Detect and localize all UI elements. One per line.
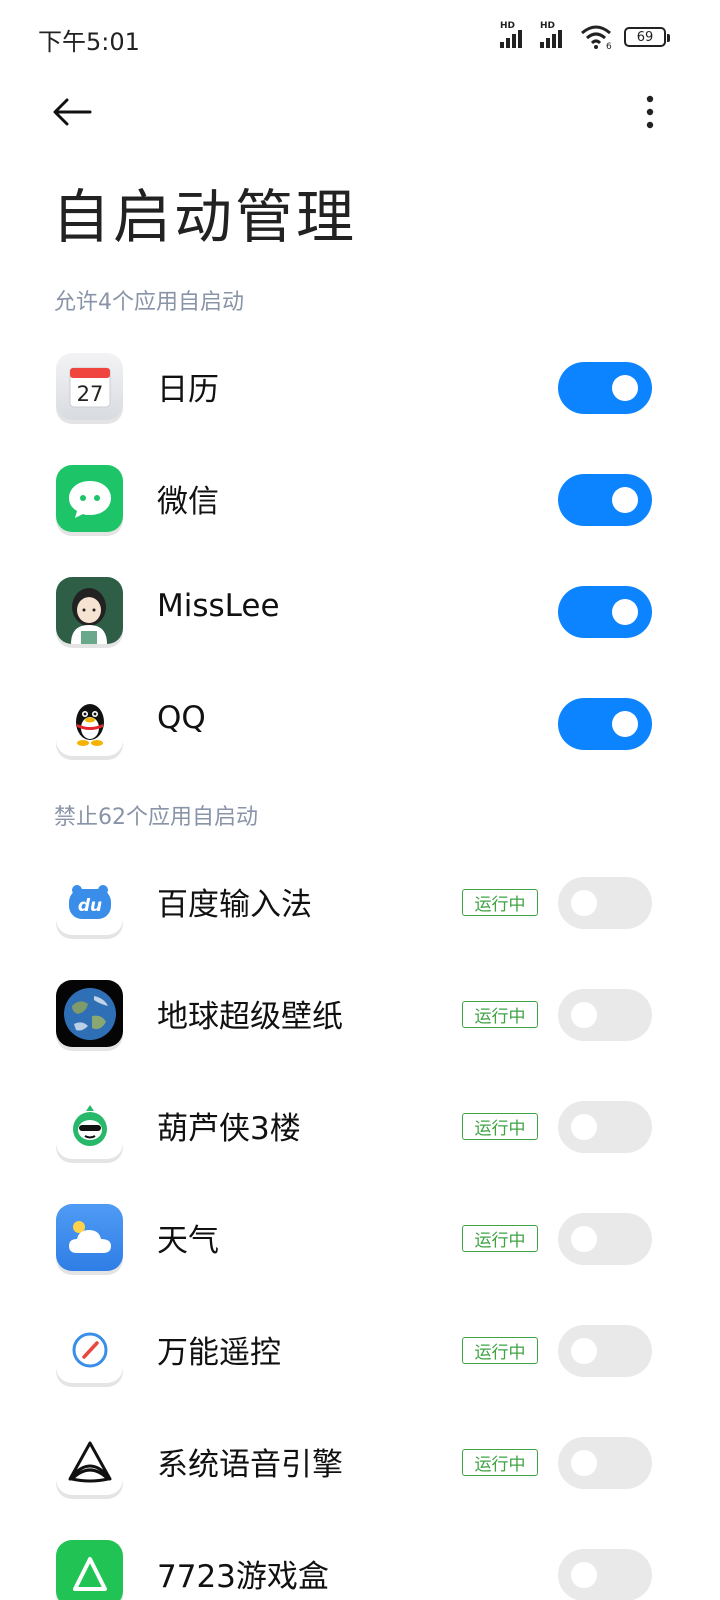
- section-label-allowed: 允许4个应用自启动: [54, 290, 244, 315]
- battery-icon: 69: [624, 27, 670, 47]
- running-badge: 运行中: [462, 889, 538, 916]
- app-name: 万能遥控: [157, 1335, 281, 1371]
- signal-icon: HD: [500, 21, 534, 50]
- baidu-input-icon: du: [56, 868, 123, 935]
- app-row-voice-engine[interactable]: 系统语音引擎 运行中: [0, 1406, 720, 1518]
- section-label-blocked: 禁止62个应用自启动: [54, 805, 258, 830]
- more-vertical-icon: [646, 95, 654, 129]
- app-row-huluxia[interactable]: 葫芦侠3楼 运行中: [0, 1070, 720, 1182]
- app-row-qq[interactable]: QQ: [0, 667, 720, 779]
- svg-text:27: 27: [76, 382, 103, 406]
- earth-icon: [56, 980, 123, 1047]
- autostart-toggle[interactable]: [558, 1325, 652, 1377]
- app-name: QQ: [157, 700, 206, 736]
- app-name: 葫芦侠3楼: [157, 1111, 301, 1147]
- app-name: 系统语音引擎: [157, 1447, 343, 1483]
- app-row-wechat[interactable]: 微信: [0, 443, 720, 555]
- autostart-toggle[interactable]: [558, 877, 652, 929]
- more-options-button[interactable]: [630, 82, 670, 142]
- voice-engine-icon: [56, 1428, 123, 1495]
- battery-level: 69: [636, 29, 654, 45]
- game-box-icon: [56, 1540, 123, 1600]
- app-row-weather[interactable]: 天气 运行中: [0, 1182, 720, 1294]
- app-name: 7723游戏盒: [157, 1559, 329, 1595]
- app-name: 天气: [157, 1223, 219, 1259]
- running-badge: 运行中: [462, 1337, 538, 1364]
- status-bar: 下午5:01 HD HD 6 69: [0, 0, 720, 76]
- app-name: MissLee: [157, 588, 280, 624]
- weather-icon: [56, 1204, 123, 1271]
- app-row-misslee[interactable]: MissLee: [0, 555, 720, 667]
- running-badge: 运行中: [462, 1113, 538, 1140]
- signal-icon: HD: [540, 21, 574, 50]
- running-badge: 运行中: [462, 1225, 538, 1252]
- remote-control-icon: [56, 1316, 123, 1383]
- autostart-toggle[interactable]: [558, 1213, 652, 1265]
- back-button[interactable]: [42, 82, 102, 142]
- running-badge: 运行中: [462, 1449, 538, 1476]
- status-icons: HD HD 6 69: [500, 21, 670, 50]
- app-row-calendar[interactable]: 27 日历: [0, 331, 720, 443]
- app-name: 地球超级壁纸: [157, 999, 343, 1035]
- svg-text:6: 6: [606, 42, 612, 50]
- misslee-avatar-icon: [56, 577, 123, 644]
- autostart-toggle[interactable]: [558, 1101, 652, 1153]
- app-name: 日历: [157, 372, 219, 408]
- autostart-toggle[interactable]: [558, 1549, 652, 1600]
- back-arrow-icon: [53, 98, 92, 126]
- app-name: 微信: [157, 484, 219, 520]
- wifi-icon: 6: [581, 25, 612, 50]
- app-row-game-box[interactable]: 7723游戏盒: [0, 1518, 720, 1600]
- qq-penguin-icon: [56, 689, 123, 756]
- top-app-bar: [0, 80, 720, 142]
- autostart-toggle[interactable]: [558, 1437, 652, 1489]
- autostart-toggle[interactable]: [558, 989, 652, 1041]
- app-name: 百度输入法: [157, 887, 312, 923]
- svg-text:du: du: [77, 896, 101, 916]
- status-time: 下午5:01: [38, 28, 140, 56]
- running-badge: 运行中: [462, 1001, 538, 1028]
- app-row-baidu-input[interactable]: du 百度输入法 运行中: [0, 846, 720, 958]
- autostart-toggle[interactable]: [558, 698, 652, 750]
- autostart-toggle[interactable]: [558, 362, 652, 414]
- calendar-icon: 27: [56, 353, 123, 420]
- app-row-remote-control[interactable]: 万能遥控 运行中: [0, 1294, 720, 1406]
- wechat-icon: [56, 465, 123, 532]
- page-title: 自启动管理: [52, 183, 358, 251]
- autostart-toggle[interactable]: [558, 586, 652, 638]
- huluxia-icon: [56, 1092, 123, 1159]
- autostart-toggle[interactable]: [558, 474, 652, 526]
- app-row-earth-wallpaper[interactable]: 地球超级壁纸 运行中: [0, 958, 720, 1070]
